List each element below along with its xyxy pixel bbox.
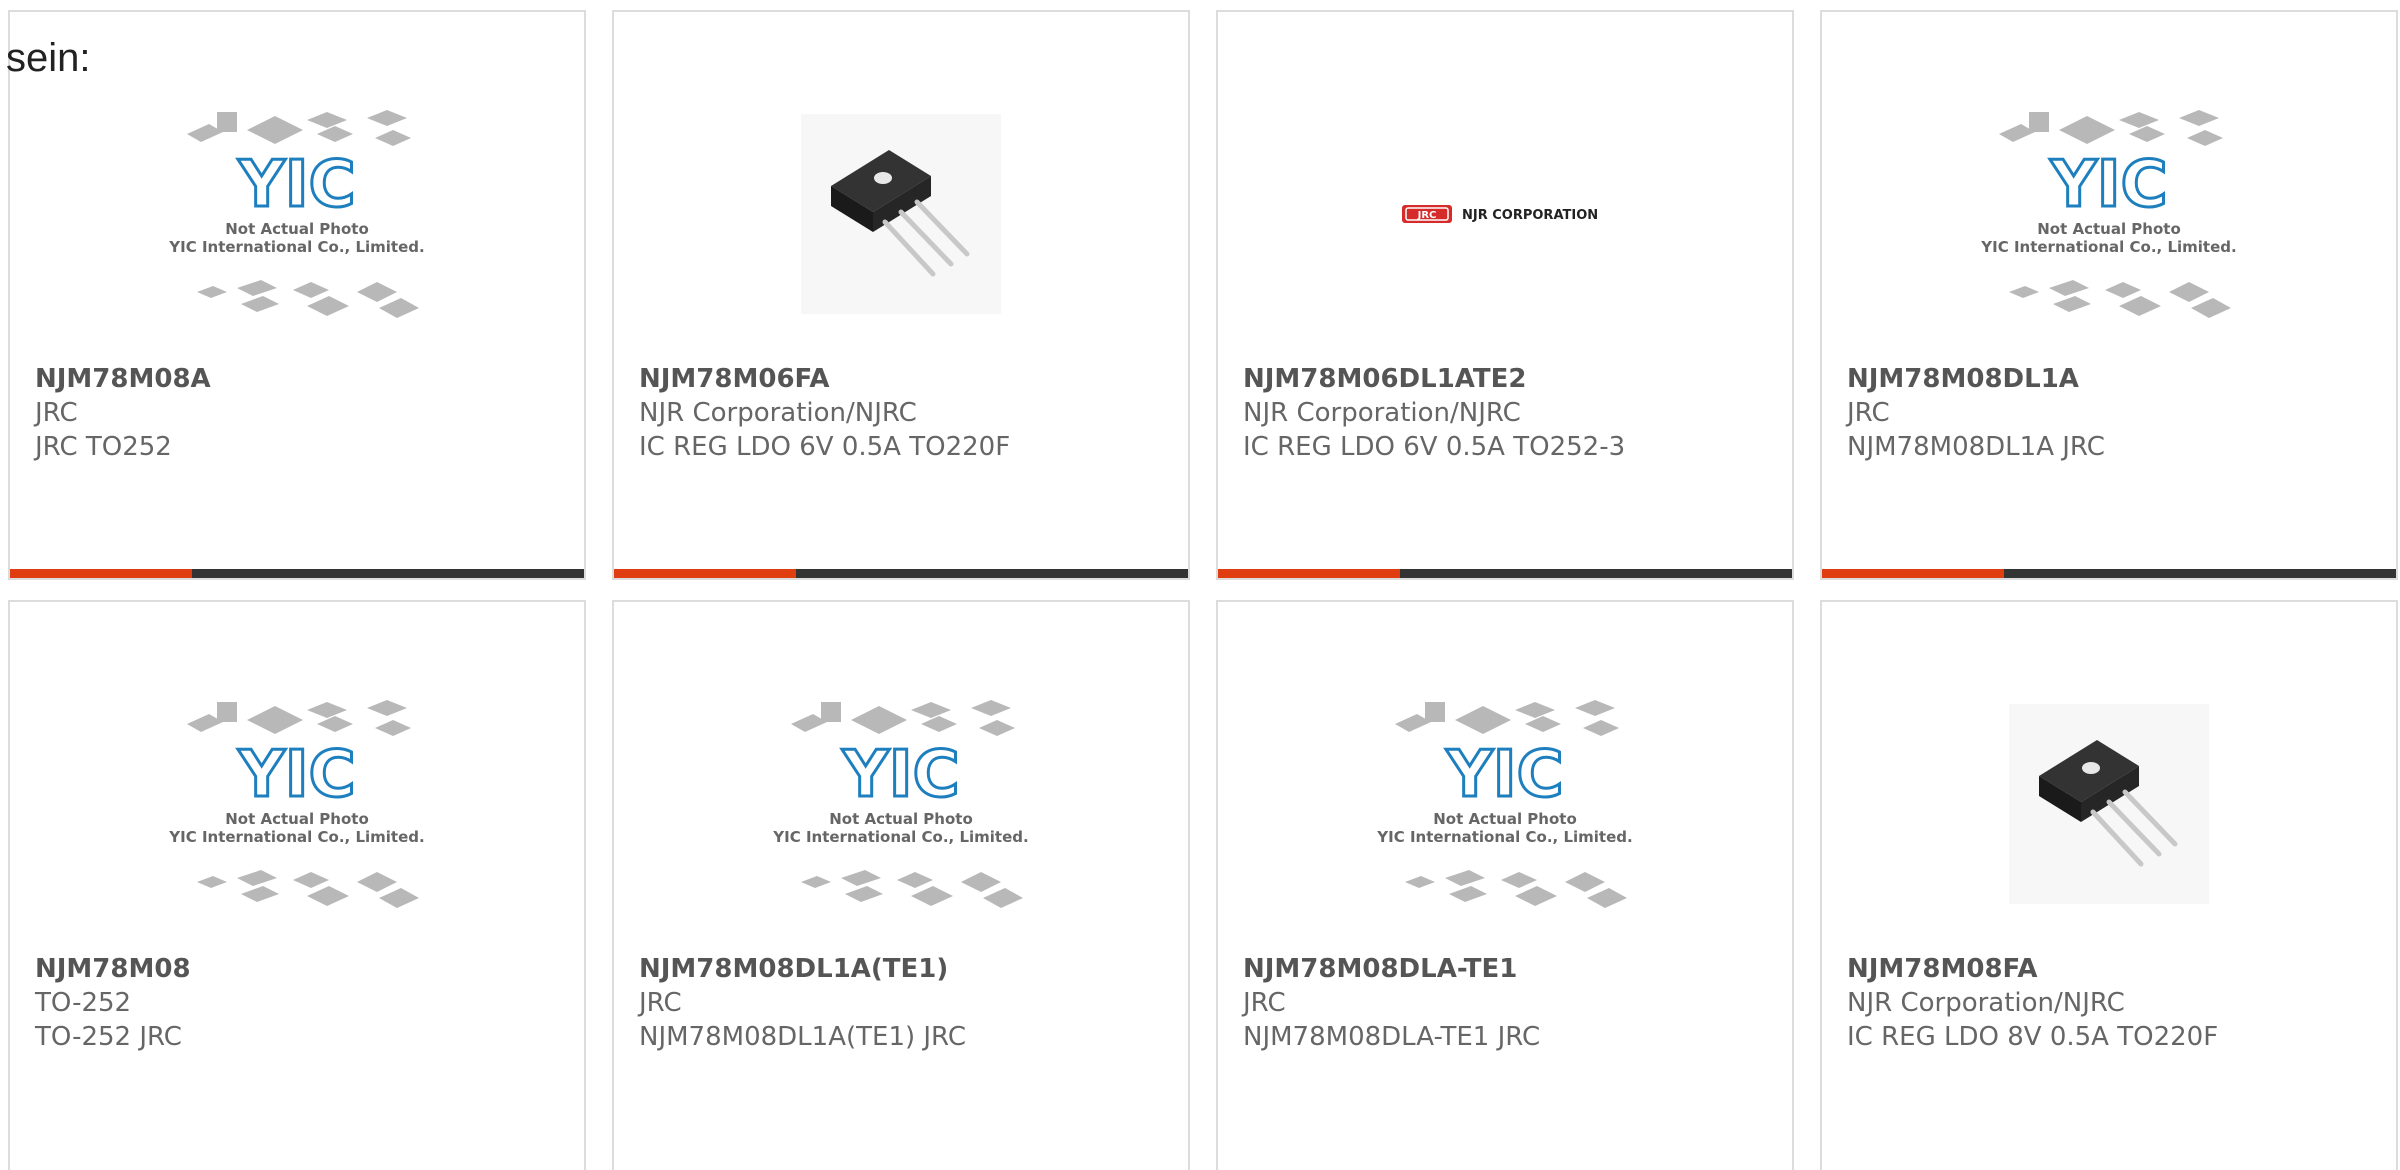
to220-photo-icon: [2009, 704, 2209, 904]
product-card[interactable]: NJM78M08FA NJR Corporation/NJRC IC REG L…: [1820, 600, 2398, 1170]
manufacturer: NJR Corporation/NJRC: [1243, 398, 1521, 428]
yic-placeholder-icon: YIC Not Actual Photo YIC International C…: [1376, 700, 1633, 908]
part-number[interactable]: NJM78M08DLA-TE1: [1243, 952, 1782, 986]
manufacturer: JRC: [639, 988, 682, 1018]
product-card[interactable]: YIC Not Actual Photo YIC International C…: [8, 600, 586, 1170]
svg-text:NJR CORPORATION: NJR CORPORATION: [1462, 208, 1598, 223]
part-number[interactable]: NJM78M08FA: [1847, 952, 2386, 986]
product-card[interactable]: YIC Not Actual Photo YIC International C…: [8, 10, 586, 580]
product-image: [614, 74, 1188, 354]
product-image: [1822, 664, 2396, 944]
part-number[interactable]: NJM78M06DL1ATE2: [1243, 362, 1782, 396]
manufacturer: JRC: [35, 398, 78, 428]
yic-placeholder-icon: YIC Not Actual Photo YIC International C…: [1980, 110, 2237, 318]
njr-logo-icon: JRC NJR CORPORATION: [1402, 205, 1598, 223]
part-number[interactable]: NJM78M06FA: [639, 362, 1178, 396]
svg-text:JRC: JRC: [1417, 210, 1437, 221]
product-card[interactable]: YIC Not Actual Photo YIC International C…: [1820, 10, 2398, 580]
product-card[interactable]: JRC NJR CORPORATION NJM78M06DL1ATE2 NJR …: [1216, 10, 1794, 580]
to220-photo-icon: [801, 114, 1001, 314]
card-footer-bar: [614, 569, 1188, 578]
product-grid: YIC Not Actual Photo YIC International C…: [0, 0, 2400, 1170]
manufacturer: NJR Corporation/NJRC: [639, 398, 917, 428]
svg-text:Not Actual Photo: Not Actual Photo: [225, 220, 369, 238]
product-card[interactable]: NJM78M06FA NJR Corporation/NJRC IC REG L…: [612, 10, 1190, 580]
manufacturer: JRC: [1847, 398, 1890, 428]
card-footer-bar: [10, 569, 584, 578]
yic-placeholder-icon: YIC Not Actual Photo YIC International C…: [772, 700, 1029, 908]
accent-bar: [614, 569, 796, 578]
svg-text:YIC: YIC: [841, 738, 959, 812]
svg-text:Not Actual Photo: Not Actual Photo: [225, 810, 369, 828]
product-image: YIC Not Actual Photo YIC International C…: [614, 664, 1188, 944]
svg-text:YIC International Co., Limited: YIC International Co., Limited.: [1980, 238, 2236, 256]
svg-text:Not Actual Photo: Not Actual Photo: [2037, 220, 2181, 238]
product-image: JRC NJR CORPORATION: [1218, 74, 1792, 354]
card-footer-bar: [1822, 569, 2396, 578]
svg-text:Not Actual Photo: Not Actual Photo: [1433, 810, 1577, 828]
part-number[interactable]: NJM78M08DL1A: [1847, 362, 2386, 396]
description: NJM78M08DL1A JRC: [1847, 432, 2105, 462]
yic-placeholder-icon: YIC Not Actual Photo YIC International C…: [168, 700, 425, 908]
product-image: YIC Not Actual Photo YIC International C…: [1822, 74, 2396, 354]
product-image: YIC Not Actual Photo YIC International C…: [1218, 664, 1792, 944]
svg-text:Not Actual Photo: Not Actual Photo: [829, 810, 973, 828]
svg-text:YIC International Co., Limited: YIC International Co., Limited.: [168, 828, 424, 846]
manufacturer: TO-252: [35, 988, 132, 1018]
accent-bar: [1822, 569, 2004, 578]
manufacturer: JRC: [1243, 988, 1286, 1018]
manufacturer: NJR Corporation/NJRC: [1847, 988, 2125, 1018]
part-number[interactable]: NJM78M08A: [35, 362, 574, 396]
part-number[interactable]: NJM78M08DL1A(TE1): [639, 952, 1178, 986]
svg-text:YIC International Co., Limited: YIC International Co., Limited.: [772, 828, 1028, 846]
svg-text:YIC International Co., Limited: YIC International Co., Limited.: [168, 238, 424, 256]
description: NJM78M08DLA-TE1 JRC: [1243, 1022, 1541, 1052]
card-footer-bar: [1218, 569, 1792, 578]
product-card[interactable]: YIC Not Actual Photo YIC International C…: [1216, 600, 1794, 1170]
description: IC REG LDO 6V 0.5A TO220F: [639, 432, 1011, 462]
description: IC REG LDO 8V 0.5A TO220F: [1847, 1022, 2219, 1052]
part-number[interactable]: NJM78M08: [35, 952, 574, 986]
intro-text: sein:: [6, 36, 91, 80]
product-image: YIC Not Actual Photo YIC International C…: [10, 74, 584, 354]
description: JRC TO252: [35, 432, 172, 462]
description: NJM78M08DL1A(TE1) JRC: [639, 1022, 966, 1052]
svg-text:YIC: YIC: [237, 738, 355, 812]
svg-text:YIC: YIC: [237, 148, 355, 222]
description: IC REG LDO 6V 0.5A TO252-3: [1243, 432, 1626, 462]
accent-bar: [1218, 569, 1400, 578]
svg-text:YIC: YIC: [2049, 148, 2167, 222]
accent-bar: [10, 569, 192, 578]
svg-text:YIC: YIC: [1445, 738, 1563, 812]
product-image: YIC Not Actual Photo YIC International C…: [10, 664, 584, 944]
svg-text:YIC International Co., Limited: YIC International Co., Limited.: [1376, 828, 1632, 846]
description: TO-252 JRC: [35, 1022, 182, 1052]
product-card[interactable]: YIC Not Actual Photo YIC International C…: [612, 600, 1190, 1170]
yic-placeholder-icon: YIC Not Actual Photo YIC International C…: [168, 110, 425, 318]
